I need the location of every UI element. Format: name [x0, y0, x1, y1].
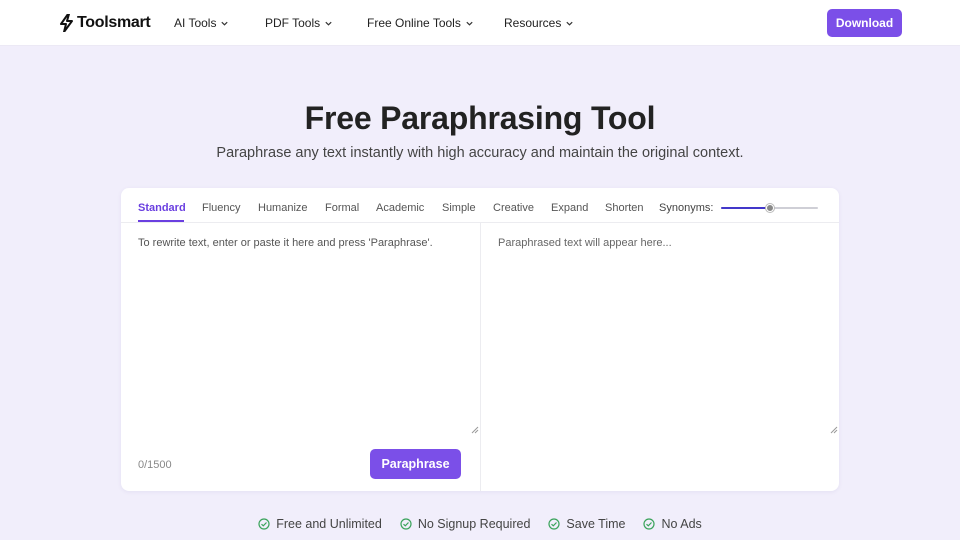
- download-button[interactable]: Download: [827, 9, 902, 37]
- nav-pdf-tools[interactable]: PDF Tools: [265, 15, 333, 31]
- character-count: 0/1500: [138, 459, 172, 471]
- nav-label: Free Online Tools: [367, 16, 461, 30]
- lightning-logo-icon: [60, 14, 73, 32]
- mode-tabs: Standard Fluency Humanize Formal Academi…: [121, 188, 839, 223]
- active-tab-indicator: [138, 220, 184, 222]
- feature-label: Free and Unlimited: [276, 517, 382, 531]
- feature-label: No Signup Required: [417, 517, 531, 531]
- tab-fluency[interactable]: Fluency: [202, 202, 241, 214]
- nav-label: Resources: [504, 16, 562, 30]
- page-subtitle: Paraphrase any text instantly with high …: [216, 145, 744, 161]
- logo-text: Toolsmart: [77, 14, 151, 31]
- nav-free-online-tools[interactable]: Free Online Tools: [367, 15, 474, 31]
- feature-label: Save Time: [566, 517, 626, 531]
- check-circle-icon: [548, 518, 561, 530]
- tab-expand[interactable]: Expand: [551, 202, 588, 214]
- site-header: Toolsmart AI Tools PDF Tools Free Online…: [0, 0, 960, 46]
- feature-item: No Ads: [643, 516, 702, 532]
- nav-label: PDF Tools: [265, 16, 321, 30]
- chevron-down-icon: [566, 21, 573, 26]
- paraphrase-panel: Standard Fluency Humanize Formal Academi…: [121, 188, 839, 491]
- features-list: Free and Unlimited No Signup Required Sa…: [0, 516, 960, 532]
- synonyms-label: Synonyms:: [659, 202, 714, 214]
- tab-shorten[interactable]: Shorten: [605, 202, 644, 214]
- pane-divider: [480, 223, 481, 491]
- feature-label: No Ads: [661, 517, 702, 531]
- check-circle-icon: [400, 518, 412, 530]
- tab-simple[interactable]: Simple: [442, 202, 476, 214]
- chevron-down-icon: [466, 21, 473, 26]
- check-circle-icon: [258, 518, 270, 530]
- slider-fill: [721, 207, 770, 209]
- tab-humanize[interactable]: Humanize: [258, 202, 308, 214]
- feature-item: No Signup Required: [400, 516, 531, 532]
- check-circle-icon: [643, 518, 656, 530]
- paraphrase-button[interactable]: Paraphrase: [370, 449, 461, 479]
- tab-standard[interactable]: Standard: [138, 202, 186, 214]
- nav-resources[interactable]: Resources: [504, 15, 574, 31]
- feature-item: Save Time: [548, 516, 625, 532]
- output-area: Paraphrased text will appear here...: [498, 237, 672, 249]
- slider-thumb[interactable]: [765, 204, 774, 212]
- resize-grip-icon[interactable]: [830, 426, 838, 434]
- tab-creative[interactable]: Creative: [493, 202, 534, 214]
- chevron-down-icon: [221, 21, 229, 26]
- input-textarea[interactable]: To rewrite text, enter or paste it here …: [138, 237, 468, 249]
- feature-item: Free and Unlimited: [258, 516, 382, 532]
- logo[interactable]: Toolsmart: [59, 13, 151, 33]
- tab-academic[interactable]: Academic: [376, 202, 424, 214]
- page-title: Free Paraphrasing Tool: [304, 100, 656, 136]
- synonyms-slider[interactable]: [721, 204, 818, 212]
- nav-ai-tools[interactable]: AI Tools: [174, 15, 229, 31]
- chevron-down-icon: [325, 21, 332, 26]
- nav-label: AI Tools: [174, 16, 217, 30]
- tab-formal[interactable]: Formal: [325, 202, 359, 214]
- resize-grip-icon[interactable]: [471, 426, 479, 434]
